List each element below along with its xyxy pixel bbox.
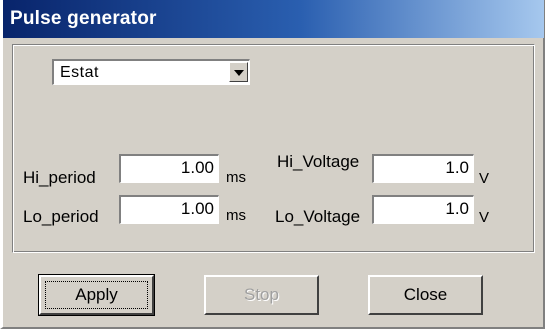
chevron-down-icon (234, 70, 244, 76)
title-bar[interactable]: Pulse generator (3, 0, 544, 38)
window-title: Pulse generator (10, 8, 157, 29)
lo-voltage-unit: V (479, 209, 490, 226)
mode-selected-value: Estat (60, 64, 99, 81)
lo-voltage-label: Lo_Voltage (275, 207, 361, 226)
lo-period-unit: ms (226, 207, 246, 224)
hi-period-label: Hi_period (23, 168, 96, 187)
hi-voltage-input[interactable]: 1.0 (372, 154, 474, 183)
dropdown-arrow-button[interactable] (229, 62, 248, 82)
lo-voltage-input[interactable]: 1.0 (372, 195, 474, 224)
hi-period-unit: ms (226, 169, 246, 186)
focus-rectangle (45, 281, 148, 309)
close-button-label: Close (403, 285, 448, 304)
hi-period-input[interactable]: 1.00 (119, 154, 219, 183)
pulse-generator-dialog: Pulse generator Estat Hi_period 1.00 ms … (0, 0, 545, 329)
stop-button-label: Stop (244, 285, 279, 304)
hi-voltage-label: Hi_Voltage (277, 152, 360, 171)
hi-period-value: 1.00 (180, 158, 214, 177)
mode-dropdown[interactable]: Estat (52, 59, 250, 85)
lo-period-value: 1.00 (180, 199, 214, 218)
lo-period-input[interactable]: 1.00 (119, 195, 219, 224)
hi-voltage-unit: V (479, 170, 490, 187)
apply-button[interactable]: Apply (38, 274, 155, 316)
close-button[interactable]: Close (368, 275, 483, 315)
lo-voltage-value: 1.0 (445, 199, 469, 218)
lo-period-label: Lo_period (23, 207, 99, 226)
hi-voltage-value: 1.0 (445, 158, 469, 177)
stop-button[interactable]: Stop (204, 275, 319, 315)
